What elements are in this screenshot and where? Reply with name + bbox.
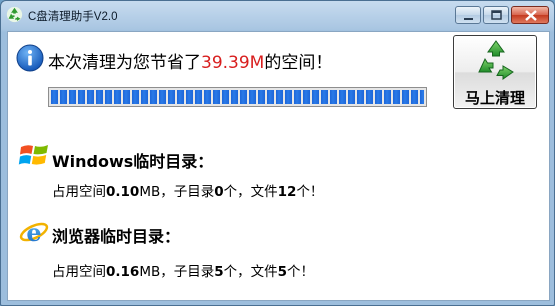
- window-title: C盘清理助手V2.0: [28, 11, 118, 23]
- windows-temp-title: Windows临时目录：: [52, 152, 214, 171]
- files-label: ，文件: [237, 184, 278, 200]
- summary-prefix: 本次清理为您节省了: [48, 53, 201, 73]
- space-value: 0.10: [106, 184, 140, 200]
- minimize-button[interactable]: [455, 6, 481, 24]
- progress-fill: [51, 90, 424, 104]
- space-label: 占用空间: [52, 264, 106, 280]
- files-label: ，文件: [237, 264, 278, 280]
- clean-now-label: 马上清理: [464, 89, 525, 107]
- files-count: 12: [277, 184, 297, 200]
- recycle-icon: [6, 6, 23, 23]
- info-icon: [16, 44, 44, 72]
- windows-temp-stats: 占用空间0.10MB，子目录0个，文件12个！: [52, 180, 323, 200]
- files-count: 5: [277, 264, 288, 280]
- close-icon: [525, 10, 537, 21]
- windows-logo-icon: [18, 145, 48, 165]
- summary-suffix: 的空间！: [264, 53, 333, 73]
- subdir-label: ，子目录: [160, 184, 215, 200]
- space-unit: MB: [139, 184, 161, 200]
- title-bar[interactable]: C盘清理助手V2.0: [1, 1, 554, 31]
- subdir-label: ，子目录: [160, 264, 215, 280]
- cleanup-progress-bar: [48, 87, 427, 107]
- internet-explorer-icon: e: [19, 218, 49, 246]
- subdir-count: 5: [214, 264, 224, 280]
- space-value: 0.16: [106, 264, 140, 280]
- subdir-unit: 个: [223, 264, 238, 280]
- files-unit: 个！: [296, 184, 324, 200]
- maximize-button[interactable]: [483, 6, 509, 24]
- recycle-icon: [478, 40, 514, 80]
- browser-temp-stats: 占用空间0.16MB，子目录5个，文件5个！: [52, 260, 314, 280]
- main-window: C盘清理助手V2.0 本次清理为您节省了39.39M的空间！ 马上清理 Wind…: [0, 0, 555, 306]
- space-unit: MB: [139, 264, 161, 280]
- subdir-unit: 个: [223, 184, 238, 200]
- freed-space-amount: 39.39M: [201, 53, 265, 73]
- clean-now-button[interactable]: 马上清理: [453, 35, 537, 109]
- browser-temp-title: 浏览器临时目录：: [52, 227, 181, 246]
- minimize-icon: [464, 18, 473, 20]
- close-button[interactable]: [511, 6, 549, 24]
- files-unit: 个！: [287, 264, 315, 280]
- maximize-icon: [491, 10, 502, 20]
- client-area: 本次清理为您节省了39.39M的空间！ 马上清理 Windows临时目录： 占用…: [7, 31, 550, 301]
- subdir-count: 0: [214, 184, 224, 200]
- svg-text:e: e: [26, 218, 41, 246]
- space-label: 占用空间: [52, 184, 106, 200]
- cleanup-summary: 本次清理为您节省了39.39M的空间！: [48, 48, 332, 73]
